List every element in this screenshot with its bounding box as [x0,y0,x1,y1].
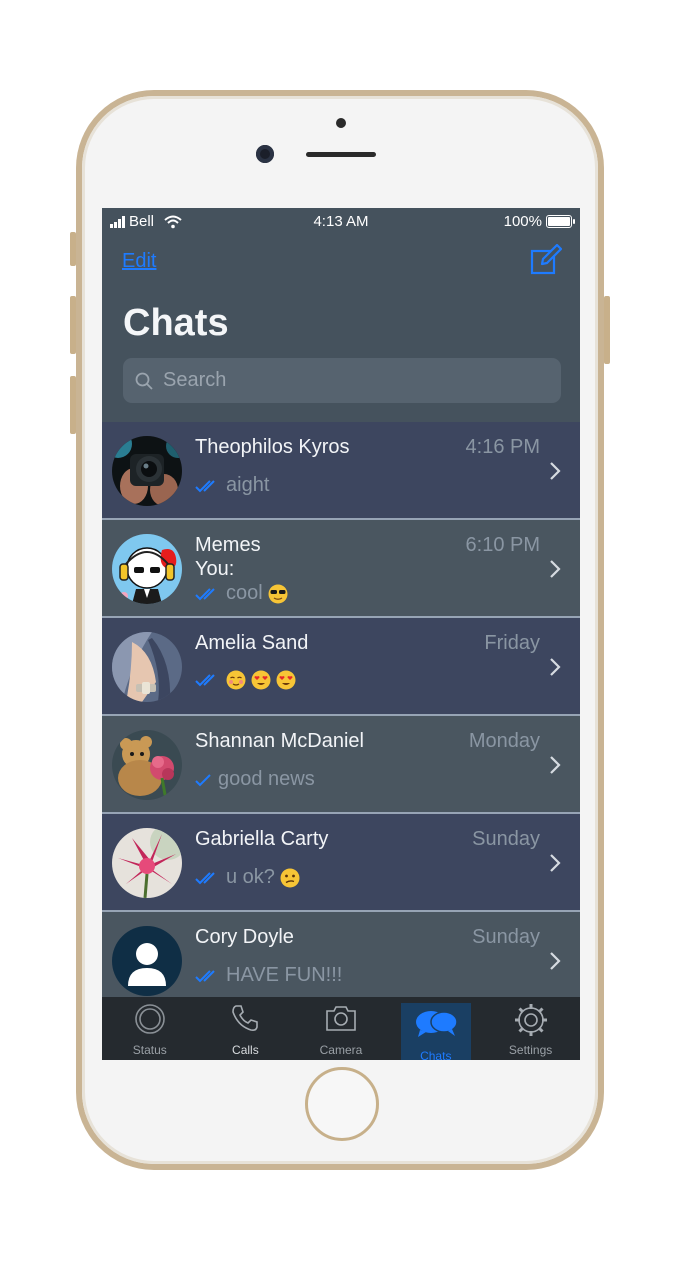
chat-name: Shannan McDaniel [195,730,364,752]
chat-name: Cory Doyle [195,926,294,948]
tab-chats[interactable]: Chats [400,1003,471,1060]
tab-label: Settings [508,1043,553,1057]
gear-icon [514,1004,547,1036]
chat-time: Sunday [472,828,540,850]
chat-time: Friday [484,632,540,654]
double-check-icon [195,479,215,492]
chat-preview: cool [195,582,288,605]
home-button[interactable] [305,1067,379,1141]
chat-preview: aight [195,474,269,497]
search-icon [135,372,153,390]
chat-time: Monday [468,730,540,752]
chevron-right-icon [550,756,561,774]
search-bar[interactable] [123,358,561,403]
chevron-right-icon [550,854,561,872]
tab-label: Calls [232,1043,259,1057]
page-title: Chats [123,302,229,344]
tab-calls[interactable]: Calls [198,997,294,1060]
tab-label: Status [132,1043,167,1057]
chevron-right-icon [550,658,561,676]
avatar [112,632,182,702]
battery-icon [546,215,575,228]
status-bar: Bell 4:13 AM 100% [102,208,580,234]
chat-preview-text: aight [226,474,270,496]
single-check-icon [195,773,211,786]
proximity-sensor [336,118,346,128]
chat-bubbles-icon [415,1011,458,1037]
double-check-icon [195,871,215,884]
chat-preview-text: good news [218,768,315,790]
volume-down-button [70,376,76,434]
avatar [112,534,182,604]
confused-emoji-icon [280,868,300,887]
chat-row[interactable]: Theophilos Kyros 4:16 PM aight [102,422,580,520]
chat-sender: You: [195,558,235,580]
chat-name: Gabriella Carty [195,828,329,850]
chevron-right-icon [550,462,561,480]
sunglasses-emoji-icon [268,584,288,603]
chat-preview: good news [195,768,315,791]
chat-preview: u ok? [195,866,300,889]
power-button [604,296,610,364]
chat-row[interactable]: Memes 6:10 PM You: cool [102,520,580,618]
chat-name: Theophilos Kyros [195,436,350,458]
status-icon [134,1004,165,1034]
battery-percent: 100% [503,213,542,230]
chat-preview-text: HAVE FUN!!! [226,964,343,986]
tab-label: Chats [420,1049,452,1060]
tab-bar: Status Calls Camera Chats Settings [102,997,580,1060]
chat-list: Theophilos Kyros 4:16 PM aight Memes 6:1… [102,422,580,1010]
heart-eyes-emoji-icon [251,670,271,690]
mute-switch [70,232,76,266]
double-check-icon [195,587,215,600]
chat-preview-text: u ok? [226,866,275,888]
chat-preview: HAVE FUN!!! [195,964,342,987]
chat-row[interactable]: Shannan McDaniel Monday good news [102,716,580,814]
chat-row[interactable]: Cory Doyle Sunday HAVE FUN!!! [102,912,580,1010]
tab-status[interactable]: Status [102,997,198,1060]
app-screen: Bell 4:13 AM 100% Edit Chats Search Theo… [102,208,580,1060]
chat-preview-text: cool [226,582,263,604]
chat-row[interactable]: Gabriella Carty Sunday u ok? [102,814,580,912]
compose-icon[interactable] [530,244,562,276]
avatar [112,436,182,506]
tab-camera[interactable]: Camera [293,997,389,1060]
avatar [112,828,182,898]
volume-up-button [70,296,76,354]
phone-icon [232,1005,259,1031]
chat-preview [195,670,296,690]
double-check-icon [195,969,215,982]
tab-label: Camera [319,1043,363,1057]
chat-time: 4:16 PM [465,436,540,458]
search-input[interactable] [161,368,545,393]
chat-name: Memes [195,534,261,556]
tab-settings[interactable]: Settings [483,997,579,1060]
heart-eyes-emoji-icon [276,670,296,690]
edit-button[interactable]: Edit [122,250,156,273]
chevron-right-icon [550,560,561,578]
status-right: 100% [503,213,575,230]
camera-icon [326,1006,356,1031]
chat-time: Sunday [472,926,540,948]
avatar [112,730,182,800]
double-check-icon [195,674,215,687]
chat-row[interactable]: Amelia Sand Friday [102,618,580,716]
chevron-right-icon [550,952,561,970]
earpiece-speaker [306,152,376,157]
chat-name: Amelia Sand [195,632,309,654]
front-camera [256,145,274,163]
blush-emoji-icon [226,670,246,690]
chat-time: 6:10 PM [465,534,540,556]
avatar [112,926,182,996]
